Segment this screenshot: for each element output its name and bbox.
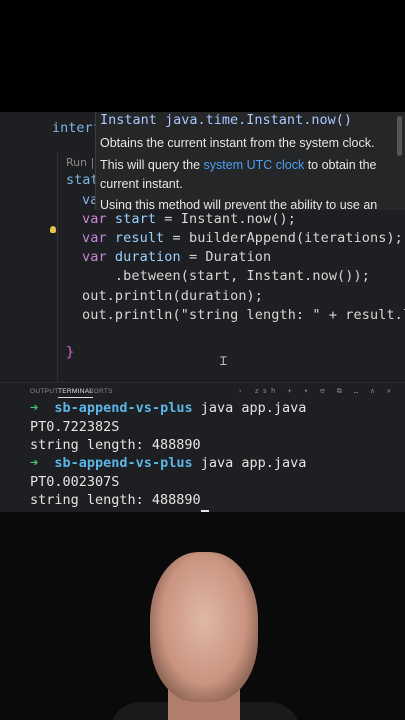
code-line-between[interactable]: .between(start, Instant.now()); xyxy=(82,268,370,284)
tooltip-line-1: Obtains the current instant from the sys… xyxy=(100,136,375,150)
top-black-area xyxy=(0,0,405,112)
presenter-video xyxy=(0,512,405,720)
terminal-output-duration-1: PT0.722382S xyxy=(30,419,120,435)
tab-ports[interactable]: PORTS xyxy=(89,388,113,395)
static-keyword-partial: stat xyxy=(66,172,99,188)
tooltip-line-2: This will query the system UTC clock to … xyxy=(100,158,377,172)
terminal-output-length-2: string length: 488890 xyxy=(30,492,201,508)
tab-terminal[interactable]: TERMINAL xyxy=(58,388,94,398)
tab-output[interactable]: OUTPUT xyxy=(30,388,59,395)
prompt-arrow-icon: ➜ xyxy=(30,400,39,416)
panel-toolbar-icons[interactable]: › zsh + ▾ ⊟ ⧉ … ∧ ✕ xyxy=(238,387,395,396)
lightbulb-icon[interactable] xyxy=(50,226,56,233)
text-cursor-icon: Ɪ xyxy=(220,354,227,368)
terminal-output-duration-2: PT0.002307S xyxy=(30,474,120,490)
tooltip-scrollbar[interactable] xyxy=(397,116,402,156)
code-line-result[interactable]: var result = builderAppend(iterations); xyxy=(82,230,403,246)
bottom-panel: OUTPUT TERMINAL PORTS › zsh + ▾ ⊟ ⧉ … ∧ … xyxy=(0,382,405,512)
code-line-println-duration[interactable]: out.println(duration); xyxy=(82,288,263,304)
indent-guide xyxy=(57,152,58,382)
presenter-face xyxy=(150,552,258,702)
tooltip-line-4: Using this method will prevent the abili… xyxy=(100,198,378,210)
prompt-arrow-icon: ➜ xyxy=(30,455,39,471)
terminal-command-1[interactable]: ➜ sb-append-vs-plus java app.java xyxy=(30,400,306,416)
hover-tooltip[interactable]: Instant java.time.Instant.now() Obtains … xyxy=(95,112,405,210)
code-line-duration[interactable]: var duration = Duration xyxy=(82,249,271,265)
run-codelens[interactable]: Run | xyxy=(66,156,94,169)
code-line-println-length[interactable]: out.println("string length: " + result.l… xyxy=(82,307,405,323)
closing-brace: } xyxy=(66,344,75,360)
interface-keyword-partial: interf xyxy=(52,120,101,136)
system-utc-clock-link[interactable]: system UTC clock xyxy=(204,158,305,172)
terminal-output-length-1: string length: 488890 xyxy=(30,437,201,453)
tooltip-line-3: current instant. xyxy=(100,177,183,191)
code-line-start[interactable]: var start = Instant.now(); xyxy=(82,211,296,227)
tooltip-signature: Instant java.time.Instant.now() xyxy=(100,112,352,128)
panel-tabs: OUTPUT TERMINAL PORTS › zsh + ▾ ⊟ ⧉ … ∧ … xyxy=(0,382,405,400)
terminal-command-2[interactable]: ➜ sb-append-vs-plus java app.java xyxy=(30,455,306,471)
